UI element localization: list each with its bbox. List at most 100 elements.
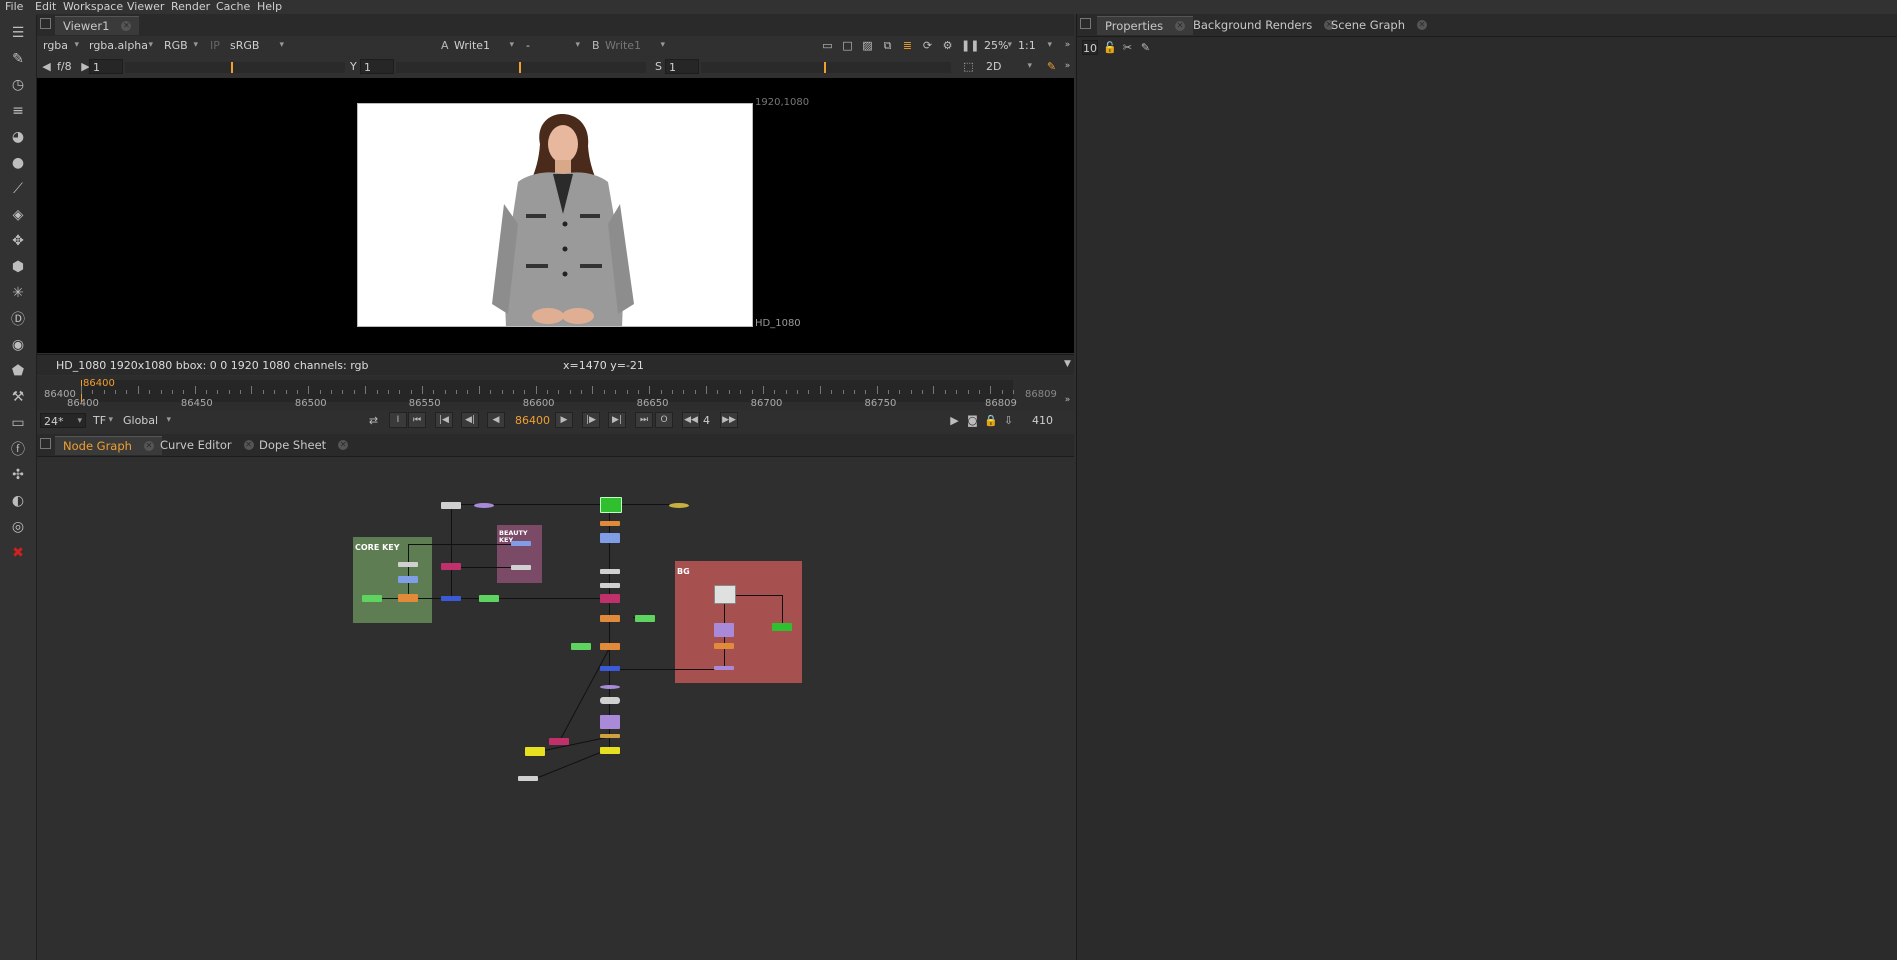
wipe-icon[interactable]: ▨ [861, 39, 874, 52]
node-magenta[interactable] [441, 563, 461, 570]
color-picker-icon[interactable]: ✎ [1045, 60, 1058, 73]
menu-icon[interactable]: ☰ [8, 23, 28, 43]
gamma-slider-handle[interactable] [519, 62, 521, 73]
fps-select[interactable]: 24* [40, 413, 86, 429]
channel-icon[interactable]: ≡ [8, 101, 28, 121]
node-core-2[interactable] [398, 576, 418, 583]
node-bg-read[interactable] [714, 585, 736, 604]
scope-select[interactable]: Global [120, 413, 174, 428]
dot-node[interactable] [474, 503, 494, 508]
settings-icon[interactable]: ⚙ [941, 39, 954, 52]
menu-file[interactable]: File [5, 0, 23, 13]
node-merge[interactable] [600, 594, 620, 603]
other-icon[interactable]: ▭ [8, 413, 28, 433]
tab-viewer1[interactable]: Viewer1 ✕ [55, 16, 140, 35]
node-core-green[interactable] [362, 595, 382, 602]
close-icon[interactable]: ✕ [121, 21, 132, 31]
in-point-button[interactable]: I [389, 412, 407, 428]
zoom-select[interactable]: 25% [981, 38, 1015, 53]
close-icon[interactable]: ✕ [1417, 20, 1427, 30]
node-blue-2[interactable] [441, 596, 461, 601]
tab-properties[interactable]: Properties ✕ [1097, 16, 1194, 35]
color-icon[interactable]: ◕ [8, 127, 28, 147]
capture-icon[interactable]: ◙ [966, 414, 979, 427]
display-select[interactable]: RGB [161, 38, 201, 53]
expand-row2-icon[interactable]: » [1061, 60, 1074, 73]
menu-viewer[interactable]: Viewer [127, 0, 164, 13]
tf-select[interactable]: TF [90, 413, 116, 428]
node-graph-canvas[interactable]: CORE KEY BEAUTY KEY BG [37, 457, 1074, 960]
node-blue[interactable] [600, 666, 620, 671]
menu-cache[interactable]: Cache [216, 0, 250, 13]
ocula-icon[interactable]: ✣ [8, 465, 28, 485]
roi-select-icon[interactable]: ⬚ [962, 60, 975, 73]
menu-workspace[interactable]: Workspace [63, 0, 123, 13]
current-frame[interactable]: 86400 [515, 414, 550, 427]
node-green-3[interactable] [479, 595, 499, 602]
node-bg-green[interactable] [772, 623, 792, 631]
merge-icon[interactable]: ◈ [8, 205, 28, 225]
loop-icon[interactable]: ⇄ [367, 414, 380, 427]
gain-slider[interactable] [125, 62, 345, 73]
nukex-icon[interactable]: ◎ [8, 517, 28, 537]
saturation-slider-handle[interactable] [824, 62, 826, 73]
node-orange-thin[interactable] [600, 734, 620, 738]
node-core-1[interactable] [398, 562, 418, 567]
node-blur[interactable] [600, 533, 620, 543]
blend-mode-select[interactable]: - [523, 38, 583, 53]
node-transform-2[interactable] [600, 583, 620, 588]
step-forward-button[interactable]: ▶▶ [720, 412, 738, 428]
node-dot-purple[interactable] [600, 685, 620, 689]
refresh-icon[interactable]: ⟳ [921, 39, 934, 52]
proxy-icon[interactable]: ⧉ [881, 39, 894, 52]
node-beauty-1[interactable] [511, 541, 531, 546]
saturation-input[interactable]: 1 [665, 59, 699, 74]
tab-dope-sheet[interactable]: Dope Sheet ✕ [251, 436, 356, 454]
node-transform[interactable] [600, 569, 620, 574]
node-purple-stack[interactable] [600, 715, 620, 729]
alpha-channel-select[interactable]: rgba.alpha [86, 38, 156, 53]
close-icon[interactable]: ✕ [1175, 21, 1186, 31]
frame-increment[interactable]: 4 [703, 414, 710, 427]
deep-icon[interactable]: Ⓓ [8, 309, 28, 329]
node-white-2[interactable] [518, 776, 538, 781]
roi-icon[interactable]: ▭ [821, 39, 834, 52]
node-green-2[interactable] [571, 643, 591, 650]
tab-node-graph[interactable]: Node Graph ✕ [55, 436, 162, 455]
particles-icon[interactable]: ✳ [8, 283, 28, 303]
menu-edit[interactable]: Edit [35, 0, 56, 13]
expand-icon[interactable]: » [1061, 39, 1074, 52]
3d-icon[interactable]: ⬢ [8, 257, 28, 277]
max-panels-input[interactable]: 10 [1082, 40, 1098, 55]
gain-slider-handle[interactable] [231, 62, 233, 73]
export-icon[interactable]: ⇩ [1002, 414, 1015, 427]
next-frame-button[interactable]: |▶ [582, 412, 600, 428]
play-backward-button[interactable]: ◀ [487, 412, 505, 428]
read-node[interactable] [441, 502, 461, 509]
timeline-expand-icon[interactable]: » [1061, 394, 1074, 407]
tab-scene-graph[interactable]: Scene Graph ✕ [1323, 16, 1435, 34]
node-beauty-2[interactable] [511, 565, 531, 570]
metadata-icon[interactable]: ⬟ [8, 361, 28, 381]
filter-icon[interactable]: ● [8, 153, 28, 173]
ip-toggle[interactable]: IP [210, 39, 220, 52]
node-bg-orange[interactable] [714, 643, 734, 649]
menu-render[interactable]: Render [171, 0, 210, 13]
node-bg-purple[interactable] [714, 623, 734, 637]
toolsets-icon[interactable]: ⚒ [8, 387, 28, 407]
plugin-icon[interactable]: ✖ [8, 543, 28, 563]
saturation-slider[interactable] [701, 62, 951, 73]
play-forward-button[interactable]: ▶ [555, 412, 573, 428]
timeline[interactable]: 86400 86400 86809 » 86400 86450 86500 86550… [37, 376, 1074, 410]
node-merge-2[interactable] [549, 738, 569, 745]
fstop-down-icon[interactable]: ◀ [40, 60, 53, 73]
channels-select[interactable]: rgba [40, 38, 82, 53]
draw-icon[interactable]: ✎ [8, 49, 28, 69]
out-point-button[interactable]: O [655, 412, 673, 428]
node-colorcorrect[interactable] [600, 615, 620, 622]
pane-menu-icon[interactable] [1080, 18, 1091, 29]
close-icon[interactable]: ✕ [338, 440, 349, 450]
pause-icon[interactable]: ❚❚ [961, 39, 979, 52]
node-yellow-2[interactable] [525, 747, 545, 756]
next-keyframe-button[interactable]: ▶| [608, 412, 626, 428]
